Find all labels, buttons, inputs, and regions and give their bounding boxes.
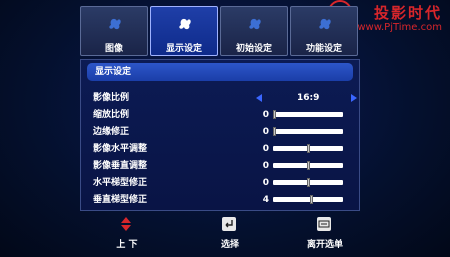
setting-row-v-keystone[interactable]: 垂直梯型修正 4 xyxy=(93,193,353,207)
setting-value: 0 xyxy=(262,178,269,188)
settings-panel: 显示设定 影像比例 16:9 缩放比例 0 边缘修正 0 影像水平调整 0 影像… xyxy=(80,59,360,211)
menu-tabs: 图像 显示设定 初始设定 功能设定 xyxy=(80,6,360,56)
tab-label: 显示设定 xyxy=(165,44,202,54)
slider-track[interactable] xyxy=(273,110,343,119)
setup-icon xyxy=(249,18,261,30)
slider-track[interactable] xyxy=(273,178,343,187)
setting-row-h-position[interactable]: 影像水平调整 0 xyxy=(93,142,353,156)
setting-label: 影像水平调整 xyxy=(93,144,148,154)
arrow-right-icon[interactable] xyxy=(351,94,357,102)
slider-knob[interactable] xyxy=(307,161,310,170)
setting-value: 0 xyxy=(262,110,269,120)
setting-value: 0 xyxy=(262,161,269,171)
slider-track[interactable] xyxy=(273,161,343,170)
setting-row-h-keystone[interactable]: 水平梯型修正 0 xyxy=(93,176,353,190)
setting-value: 4 xyxy=(262,195,269,205)
setting-label: 影像比例 xyxy=(93,93,130,103)
setting-value: 0 xyxy=(262,127,269,137)
setting-label: 缩放比例 xyxy=(93,110,130,120)
slider-knob[interactable] xyxy=(273,110,276,119)
tab-label: 初始设定 xyxy=(235,44,272,54)
menu-icon xyxy=(317,217,331,231)
tab-image[interactable]: 图像 xyxy=(80,6,148,56)
help-up-down: 上 下 xyxy=(92,215,162,253)
function-icon xyxy=(319,18,331,30)
slider-knob[interactable] xyxy=(310,195,313,204)
slider-track[interactable] xyxy=(273,144,343,153)
slider-track[interactable] xyxy=(273,195,343,204)
watermark-brand: 投影时代 xyxy=(373,4,442,22)
help-label: 离开选单 xyxy=(306,240,343,250)
tab-function-settings[interactable]: 功能设定 xyxy=(290,6,358,56)
watermark-url: www.PjTime.com xyxy=(357,22,442,33)
tab-display-settings[interactable]: 显示设定 xyxy=(150,6,218,56)
arrow-left-icon[interactable] xyxy=(256,94,262,102)
setting-value: 0 xyxy=(262,144,269,154)
panel-title: 显示设定 xyxy=(87,63,353,81)
tab-initial-settings[interactable]: 初始设定 xyxy=(220,6,288,56)
slider-knob[interactable] xyxy=(273,127,276,136)
osd-screen: 投影时代 www.PjTime.com 图像 显示设定 初始设定 功能设定 显示… xyxy=(0,0,450,257)
setting-row-v-position[interactable]: 影像垂直调整 0 xyxy=(93,159,353,173)
setting-row-edge-mask[interactable]: 边缘修正 0 xyxy=(93,125,353,139)
image-icon xyxy=(109,18,121,30)
setting-label: 影像垂直调整 xyxy=(93,161,148,171)
help-select: 选择 xyxy=(195,215,265,253)
display-icon xyxy=(179,18,191,30)
help-bar: 上 下 选择 离开选单 xyxy=(80,215,370,253)
slider-knob[interactable] xyxy=(307,144,310,153)
setting-row-aspect-ratio[interactable]: 影像比例 16:9 xyxy=(93,91,357,105)
slider-track[interactable] xyxy=(273,127,343,136)
setting-label: 水平梯型修正 xyxy=(93,178,148,188)
help-label: 选择 xyxy=(220,240,239,250)
setting-row-zoom[interactable]: 缩放比例 0 xyxy=(93,108,353,122)
slider-knob[interactable] xyxy=(307,178,310,187)
help-label: 上 下 xyxy=(116,240,138,250)
up-down-icon xyxy=(121,217,131,231)
enter-icon xyxy=(222,217,236,231)
setting-label: 边缘修正 xyxy=(93,127,130,137)
setting-value: 16:9 xyxy=(297,93,320,103)
tab-label: 图像 xyxy=(104,44,123,54)
setting-label: 垂直梯型修正 xyxy=(93,195,148,205)
help-exit-menu: 离开选单 xyxy=(290,215,360,253)
tab-label: 功能设定 xyxy=(305,44,342,54)
